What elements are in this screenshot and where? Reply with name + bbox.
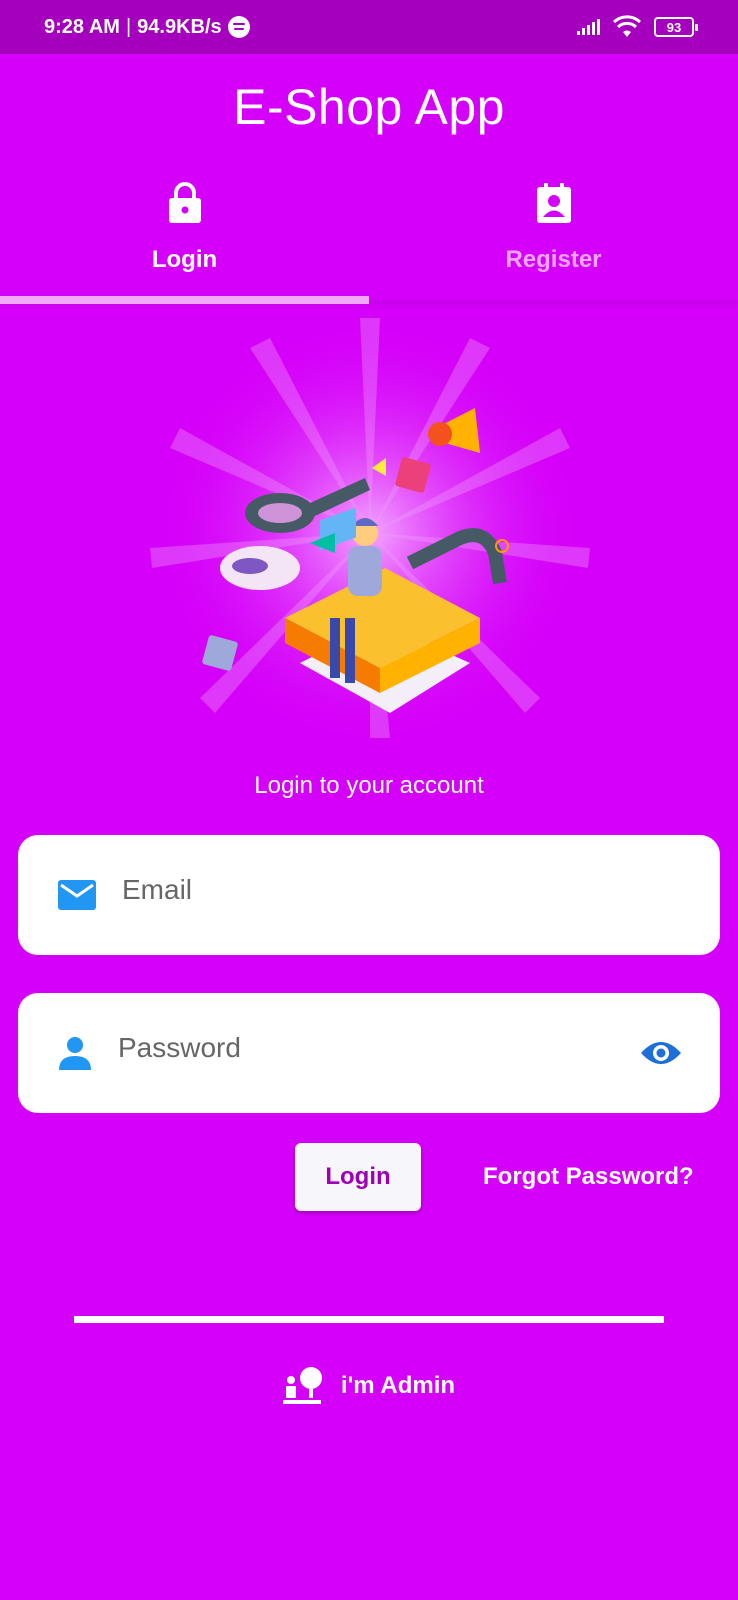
signal-icon: [577, 19, 600, 35]
mail-icon: [58, 880, 96, 910]
tab-register-label: Register: [505, 246, 602, 273]
eye-icon[interactable]: [640, 1039, 682, 1067]
email-field[interactable]: [18, 835, 720, 955]
status-bar: 9:28 AM | 94.9KB/s 93: [0, 0, 738, 54]
status-net-speed: 94.9KB/s: [137, 15, 222, 38]
divider: [74, 1316, 664, 1323]
email-input[interactable]: [122, 874, 682, 906]
lock-icon: [168, 182, 201, 223]
forgot-password-link[interactable]: Forgot Password?: [483, 1163, 694, 1191]
tab-bar: Login Register: [0, 170, 738, 300]
login-illustration: [150, 318, 590, 738]
password-input[interactable]: [118, 1032, 640, 1064]
spotify-icon: [227, 16, 250, 38]
tab-indicator: [0, 296, 369, 304]
login-subtitle: Login to your account: [254, 772, 484, 799]
admin-icon: [282, 1367, 322, 1404]
status-right: 93: [577, 15, 698, 39]
admin-link[interactable]: i'm Admin: [0, 1366, 738, 1406]
status-left: 9:28 AM | 94.9KB/s: [44, 16, 250, 39]
battery-icon: 93: [654, 17, 698, 37]
tab-register[interactable]: Register: [369, 170, 738, 300]
tab-login[interactable]: Login: [0, 170, 369, 300]
app-title: E-Shop App: [233, 79, 505, 135]
password-field[interactable]: [18, 993, 720, 1113]
wifi-icon: [612, 15, 642, 37]
person-icon: [59, 1037, 91, 1070]
login-button[interactable]: Login: [295, 1143, 421, 1211]
status-time: 9:28 AM: [44, 15, 120, 38]
admin-label: i'm Admin: [340, 1372, 456, 1399]
tab-login-label: Login: [151, 246, 218, 273]
status-separator: |: [125, 15, 132, 38]
contact-card-icon: [536, 183, 571, 223]
battery-level: 93: [666, 19, 682, 35]
